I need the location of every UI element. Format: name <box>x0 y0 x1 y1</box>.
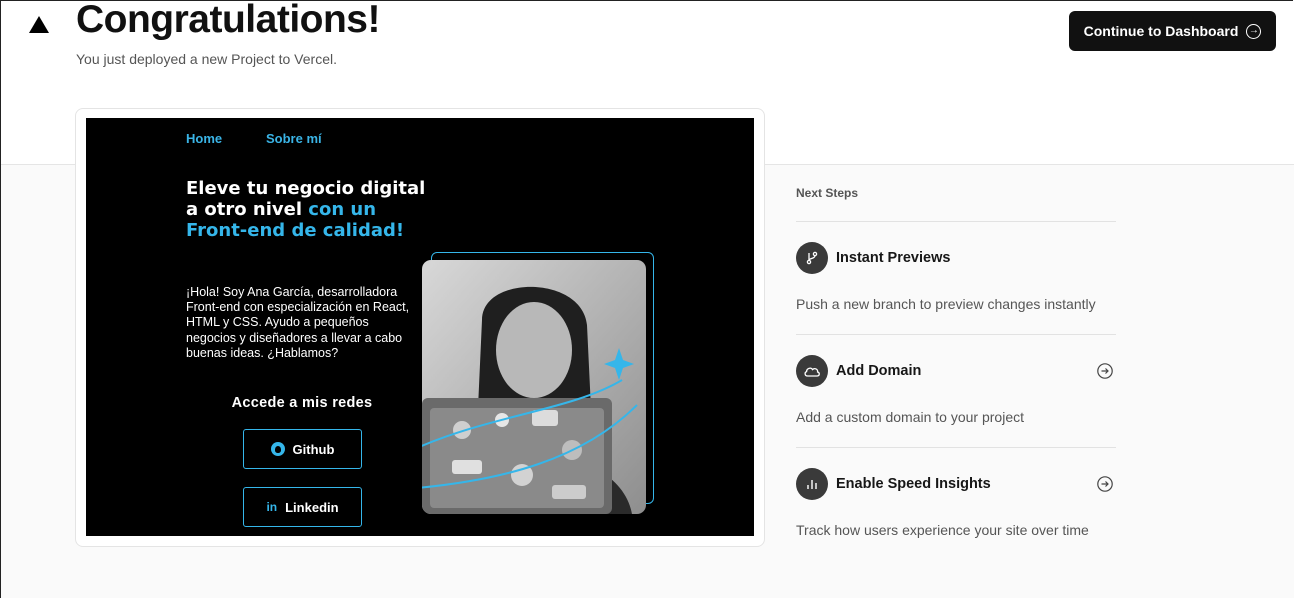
preview-intro-text: ¡Hola! Soy Ana García, desarrolladora Fr… <box>186 285 410 360</box>
arrow-right-circle-icon[interactable] <box>1097 476 1113 492</box>
git-branch-icon <box>796 242 828 274</box>
arrow-right-circle-icon[interactable] <box>1097 363 1113 379</box>
enable-speed-insights-title[interactable]: Enable Speed Insights <box>836 476 991 492</box>
preview-github-label: Github <box>292 441 335 457</box>
linkedin-icon: in <box>266 500 278 514</box>
preview-social-heading: Accede a mis redes <box>231 395 373 411</box>
divider <box>796 221 1116 222</box>
page-title: Congratulations! <box>76 0 380 41</box>
bar-chart-icon <box>796 468 828 500</box>
continue-to-dashboard-label: Continue to Dashboard <box>1083 23 1239 39</box>
preview-linkedin-label: Linkedin <box>285 499 339 515</box>
vercel-logo-icon[interactable] <box>29 16 49 33</box>
portrait-photo <box>422 260 646 514</box>
divider <box>796 447 1116 448</box>
continue-to-dashboard-button[interactable]: Continue to Dashboard → <box>1069 11 1276 51</box>
enable-speed-insights-desc: Track how users experience your site ove… <box>796 522 1089 538</box>
divider <box>796 334 1116 335</box>
preview-nav-home: Home <box>186 131 223 146</box>
cloud-icon <box>796 355 828 387</box>
github-icon <box>270 442 285 456</box>
preview-linkedin-button: in Linkedin <box>243 487 362 527</box>
instant-previews-desc: Push a new branch to preview changes ins… <box>796 296 1096 312</box>
page-subtitle: You just deployed a new Project to Verce… <box>76 51 337 67</box>
preview-github-button: Github <box>243 429 362 469</box>
add-domain-desc: Add a custom domain to your project <box>796 409 1025 425</box>
arrow-right-circle-icon: → <box>1246 23 1262 39</box>
deployment-screenshot: Home Sobre mí Eleve tu negocio digital a… <box>86 118 754 536</box>
instant-previews-title[interactable]: Instant Previews <box>836 250 950 266</box>
preview-headline: Eleve tu negocio digital a otro nivel co… <box>186 178 426 241</box>
preview-headline-main: Eleve tu negocio digital a otro nivel <box>186 178 426 220</box>
preview-nav-sobre-mi: Sobre mí <box>266 131 322 146</box>
add-domain-title[interactable]: Add Domain <box>836 363 921 379</box>
next-steps-heading: Next Steps <box>796 186 859 200</box>
